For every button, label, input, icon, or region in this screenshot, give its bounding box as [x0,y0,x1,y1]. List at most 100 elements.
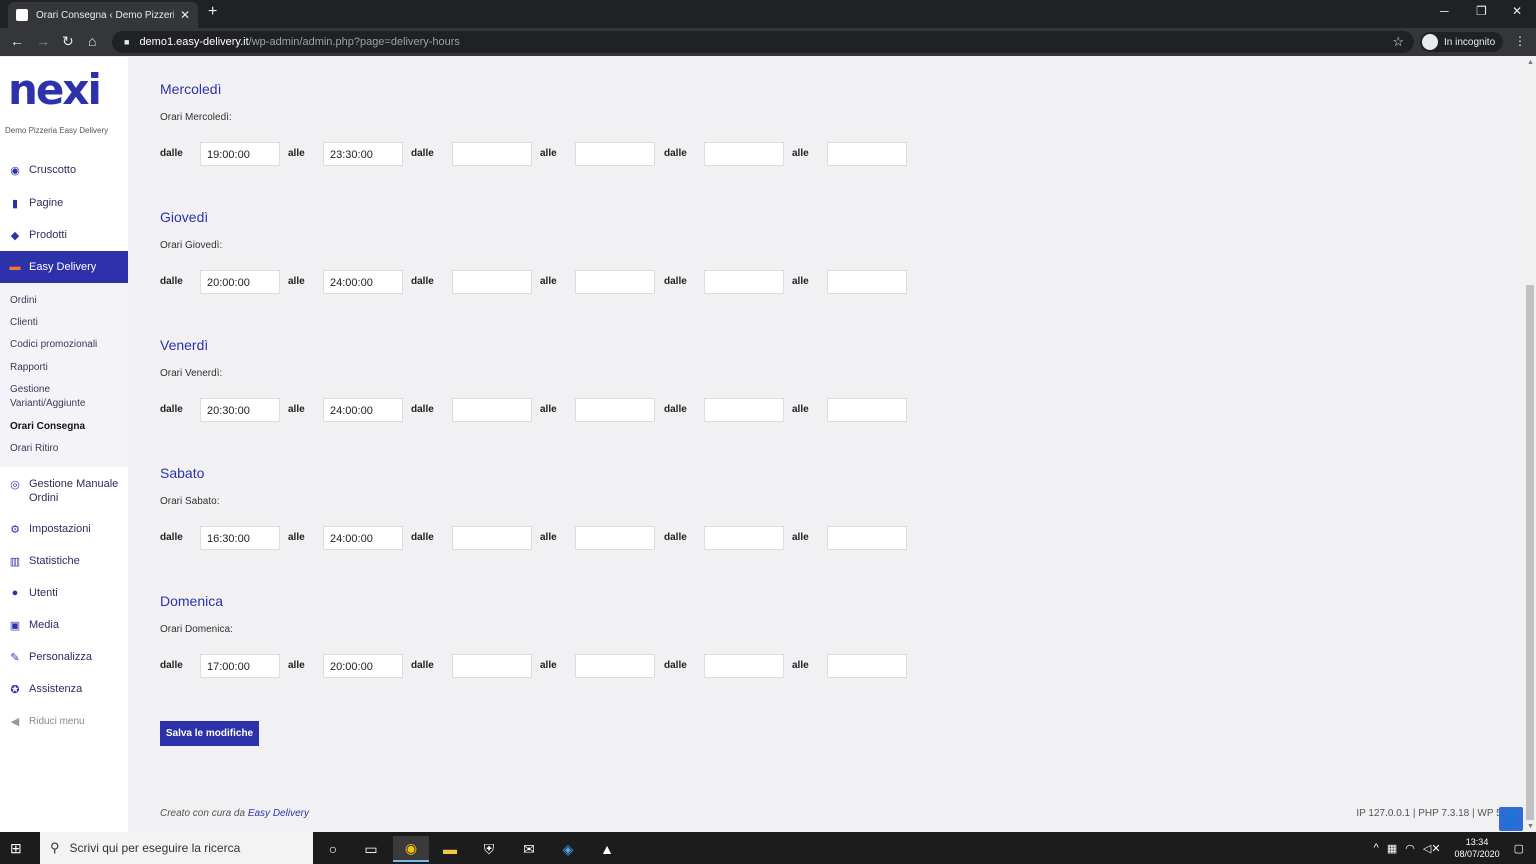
reload-icon[interactable]: ↻ [62,33,74,50]
page-scrollbar[interactable]: ▲ ▼ [1524,57,1536,832]
app-icon[interactable]: ◈ [550,836,586,862]
from-time-input-2[interactable] [452,270,532,294]
from-time-input-2[interactable] [452,142,532,166]
minimize-icon[interactable]: ─ [1440,4,1449,18]
help-user-icon[interactable]: 👤 [1499,807,1523,831]
back-icon[interactable]: ← [10,33,24,49]
to-time-input-1[interactable]: 24:00:00 [323,398,403,422]
menu-item-media[interactable]: ▣ Media [0,610,128,640]
from-time-input-1[interactable]: 20:30:00 [200,398,280,422]
tray-chevron-icon[interactable]: ^ [1374,842,1379,854]
taskbar-search[interactable]: ⚲ Scrivi qui per eseguire la ricerca [40,832,313,864]
address-bar[interactable]: ■ demo1.easy-delivery.it /wp-admin/admin… [112,31,1414,53]
chrome-icon[interactable]: ◉ [393,836,429,862]
mail-icon[interactable]: ✉ [511,836,547,862]
to-time-input-1[interactable]: 24:00:00 [323,270,403,294]
collapse-menu-button[interactable]: ◀ Riduci menu [0,706,128,736]
from-time-input-1[interactable]: 20:00:00 [200,270,280,294]
photos-icon[interactable]: ▲ [589,836,625,862]
clock[interactable]: 13:34 08/07/2020 [1455,836,1500,860]
pages-icon: ▮ [11,197,19,210]
home-icon[interactable]: ⌂ [88,33,96,49]
from-time-input-2[interactable] [452,398,532,422]
new-tab-button[interactable]: + [208,3,217,21]
to-time-input-1[interactable]: 24:00:00 [323,526,403,550]
footer-link[interactable]: Easy Delivery [248,808,309,819]
menu-item-impostazioni[interactable]: ⚙ Impostazioni [0,514,128,544]
task-view-icon[interactable]: ▭ [353,836,389,862]
submenu-item-rapporti[interactable]: Rapporti [10,361,48,375]
submenu-item-orari-ritiro[interactable]: Orari Ritiro [10,442,58,456]
to-time-input-2[interactable] [575,654,655,678]
to-time-input-2[interactable] [575,270,655,294]
footer-credit: Creato con cura da Easy Delivery [160,808,309,819]
browser-menu-icon[interactable]: ⋮ [1514,34,1526,48]
submenu-item-ordini[interactable]: Ordini [10,294,37,308]
to-label: alle [792,148,809,159]
from-time-input-3[interactable] [704,270,784,294]
from-label: dalle [664,532,687,543]
menu-label: Easy Delivery [29,261,97,273]
from-time-input-3[interactable] [704,654,784,678]
submenu-item-orari-consegna[interactable]: Orari Consegna [10,420,85,434]
cortana-icon[interactable]: ○ [315,836,351,862]
from-time-input-2[interactable] [452,526,532,550]
network-icon[interactable]: ▦ [1387,842,1397,855]
to-time-input-3[interactable] [827,654,907,678]
site-name[interactable]: Demo Pizzeria Easy Delivery [5,126,108,135]
wifi-icon[interactable]: ◠ [1405,842,1415,855]
file-explorer-icon[interactable]: ▬ [432,836,468,862]
from-label: dalle [664,404,687,415]
lock-icon: ■ [124,37,130,47]
menu-item-personalizza[interactable]: ✎ Personalizza [0,642,128,672]
menu-item-pagine[interactable]: ▮ Pagine [0,188,128,218]
from-label: dalle [664,148,687,159]
to-time-input-3[interactable] [827,526,907,550]
submenu-item-clienti[interactable]: Clienti [10,316,38,330]
menu-item-statistiche[interactable]: ▥ Statistiche [0,546,128,576]
bookmark-star-icon[interactable]: ☆ [1392,34,1404,50]
menu-item-assistenza[interactable]: ✪ Assistenza [0,674,128,704]
notifications-icon[interactable]: ▢ [1514,842,1524,855]
to-time-input-1[interactable]: 23:30:00 [323,142,403,166]
from-time-input-1[interactable]: 19:00:00 [200,142,280,166]
search-icon: ⚲ [50,840,60,855]
to-label: alle [792,404,809,415]
browser-tab[interactable]: Orari Consegna ‹ Demo Pizzeria E ✕ [8,2,198,28]
from-time-input-1[interactable]: 17:00:00 [200,654,280,678]
restore-icon[interactable]: ❐ [1476,4,1487,18]
to-time-input-2[interactable] [575,398,655,422]
from-time-input-1[interactable]: 16:30:00 [200,526,280,550]
volume-mute-icon[interactable]: ◁✕ [1423,842,1441,855]
menu-item-gestione-manuale[interactable]: ◎ Gestione Manuale Ordini [0,475,128,511]
security-icon[interactable]: ⛨ [471,836,507,862]
close-window-icon[interactable]: ✕ [1512,4,1522,18]
menu-item-cruscotto[interactable]: ◉ Cruscotto [0,155,128,185]
scrollbar-thumb[interactable] [1526,285,1534,820]
windows-start-icon[interactable]: ⊞ [10,840,22,857]
to-time-input-2[interactable] [575,526,655,550]
nexi-logo[interactable]: nexi [8,65,102,114]
incognito-badge[interactable]: In incognito [1420,32,1504,52]
menu-item-utenti[interactable]: ● Utenti [0,578,128,608]
menu-item-easy-delivery[interactable]: ▬ Easy Delivery [0,251,128,283]
scroll-up-icon[interactable]: ▲ [1527,59,1534,66]
from-time-input-2[interactable] [452,654,532,678]
close-tab-icon[interactable]: ✕ [180,8,190,22]
to-time-input-3[interactable] [827,270,907,294]
save-button[interactable]: Salva le modifiche [160,721,259,746]
from-time-input-3[interactable] [704,398,784,422]
scroll-down-icon[interactable]: ▼ [1527,823,1534,830]
submenu-item-varianti[interactable]: Gestione Varianti/Aggiunte [10,383,110,411]
to-time-input-3[interactable] [827,398,907,422]
to-time-input-1[interactable]: 20:00:00 [323,654,403,678]
to-label: alle [792,276,809,287]
menu-label: Statistiche [29,555,80,567]
submenu-item-codici[interactable]: Codici promozionali [10,338,97,352]
menu-item-prodotti[interactable]: ◆ Prodotti [0,220,128,250]
forward-icon[interactable]: → [36,33,50,49]
from-time-input-3[interactable] [704,142,784,166]
to-time-input-2[interactable] [575,142,655,166]
from-time-input-3[interactable] [704,526,784,550]
to-time-input-3[interactable] [827,142,907,166]
